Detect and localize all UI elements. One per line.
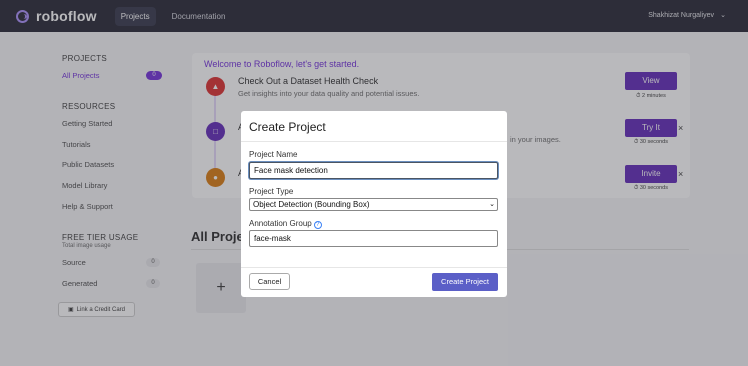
project-type-value: Object Detection (Bounding Box) [253, 200, 370, 209]
chevron-down-icon: ⌄ [489, 201, 495, 208]
project-name-label: Project Name [249, 150, 298, 159]
cancel-button[interactable]: Cancel [249, 273, 290, 290]
project-type-select[interactable]: Object Detection (Bounding Box) ⌄ [249, 198, 498, 211]
annotation-group-label-text: Annotation Group [249, 219, 312, 228]
project-name-input[interactable]: Face mask detection [249, 162, 498, 179]
help-icon[interactable]: ? [313, 221, 322, 229]
create-project-button[interactable]: Create Project [432, 273, 498, 291]
modal-title: Create Project [249, 120, 326, 134]
divider [241, 141, 507, 142]
divider [241, 267, 507, 268]
annotation-group-label: Annotation Group? [249, 219, 322, 229]
create-project-modal: Create Project Project Name Face mask de… [241, 111, 507, 297]
annotation-group-input[interactable]: face-mask [249, 230, 498, 247]
project-type-label: Project Type [249, 187, 294, 196]
